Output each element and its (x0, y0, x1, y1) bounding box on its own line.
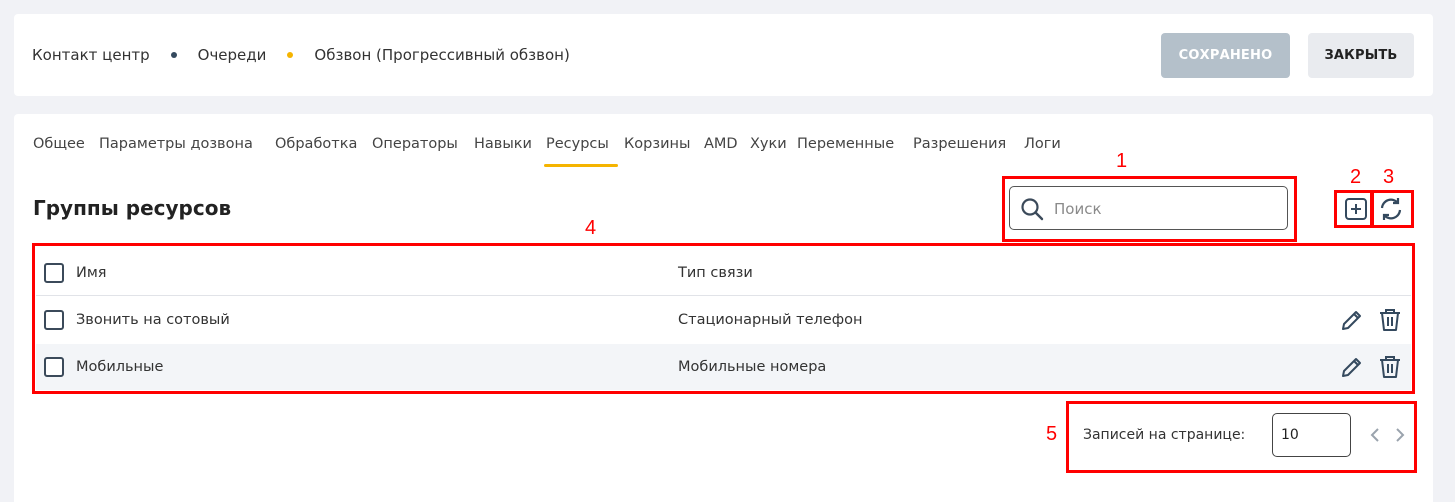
annotation-number-2: 2 (1350, 166, 1362, 188)
breadcrumb-item-current: Обзвон (Прогрессивный обзвон) (314, 46, 570, 64)
saved-button[interactable]: СОХРАНЕНО (1161, 33, 1290, 78)
breadcrumb-item-contact-center[interactable]: Контакт центр (32, 46, 150, 64)
tab-general[interactable]: Общее (33, 136, 85, 152)
tab-processing[interactable]: Обработка (275, 136, 357, 152)
breadcrumb: Контакт центр Очереди Обзвон (Прогрессив… (32, 14, 570, 96)
annotation-box-search (1002, 176, 1297, 242)
annotation-number-1: 1 (1116, 150, 1128, 172)
tab-hooks[interactable]: Хуки (750, 136, 787, 152)
annotation-number-3: 3 (1383, 166, 1395, 188)
tab-amd[interactable]: AMD (704, 136, 738, 152)
active-tab-indicator (544, 164, 618, 167)
tab-logs[interactable]: Логи (1024, 136, 1061, 152)
tab-dial-params[interactable]: Параметры дозвона (99, 136, 253, 152)
annotation-number-4: 4 (585, 217, 597, 239)
annotation-box-table (32, 243, 1415, 394)
annotation-box-pagination (1066, 401, 1417, 473)
tab-permissions[interactable]: Разрешения (913, 136, 1006, 152)
close-button[interactable]: ЗАКРЫТЬ (1308, 33, 1414, 78)
tab-skills[interactable]: Навыки (474, 136, 532, 152)
section-title: Группы ресурсов (33, 196, 232, 220)
breadcrumb-item-queues[interactable]: Очереди (198, 46, 267, 64)
annotation-box-add (1334, 190, 1373, 228)
breadcrumb-separator-dot (170, 52, 177, 58)
header-bar: Контакт центр Очереди Обзвон (Прогрессив… (14, 14, 1433, 96)
annotation-box-refresh (1371, 190, 1414, 228)
tab-baskets[interactable]: Корзины (624, 136, 690, 152)
tab-resources[interactable]: Ресурсы (546, 136, 609, 152)
tab-operators[interactable]: Операторы (372, 136, 458, 152)
annotation-number-5: 5 (1046, 423, 1058, 445)
tab-variables[interactable]: Переменные (797, 136, 894, 152)
breadcrumb-separator-dot (287, 52, 294, 58)
